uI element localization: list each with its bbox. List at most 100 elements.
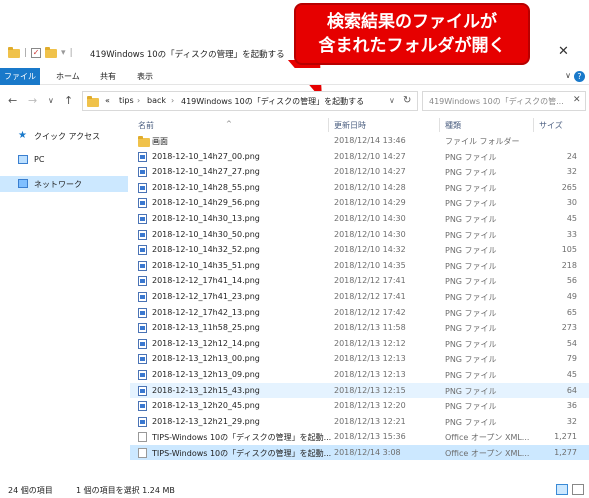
- file-row[interactable]: 2018-12-13_12h12_14.png 2018/12/13 12:12 P…: [130, 336, 589, 352]
- file-type: PNG ファイル: [445, 261, 497, 271]
- file-row[interactable]: 2018-12-12_17h41_14.png 2018/12/12 17:41 P…: [130, 273, 589, 289]
- file-size: 218: [561, 260, 577, 270]
- file-row[interactable]: 2018-12-13_12h13_00.png 2018/12/13 12:13 P…: [130, 351, 589, 367]
- file-row[interactable]: 2018-12-10_14h35_51.png 2018/12/10 14:35 P…: [130, 258, 589, 274]
- pc-icon: [18, 155, 28, 164]
- file-row[interactable]: 2018-12-10_14h28_55.png 2018/12/10 14:28 P…: [130, 180, 589, 196]
- file-name: 2018-12-10_14h35_51.png: [152, 260, 260, 270]
- file-row[interactable]: 2018-12-10_14h30_50.png 2018/12/10 14:30 P…: [130, 227, 589, 243]
- sidebar-item-network[interactable]: ネットワーク: [0, 176, 128, 192]
- sort-ascending-icon: ^: [226, 120, 232, 128]
- file-name: 2018-12-13_11h58_25.png: [152, 323, 260, 333]
- file-name: 2018-12-13_12h13_09.png: [152, 369, 260, 379]
- recent-locations-icon[interactable]: ∨: [48, 96, 54, 105]
- breadcrumb-tips[interactable]: tips: [119, 96, 134, 105]
- file-row[interactable]: 2018-12-13_12h15_43.png 2018/12/13 12:15 P…: [130, 382, 589, 399]
- file-type: PNG ファイル: [445, 246, 497, 256]
- file-type: PNG ファイル: [445, 183, 497, 193]
- file-row[interactable]: TIPS-Windows 10の「ディスクの管理」を起動... 2018/12/1…: [130, 444, 589, 461]
- search-text[interactable]: 419Windows 10の「ディスクの管...: [429, 96, 564, 107]
- close-icon[interactable]: ✕: [558, 44, 569, 59]
- details-view-icon[interactable]: [556, 484, 568, 495]
- file-date: 2018/12/13 12:13: [334, 354, 406, 364]
- file-name: 2018-12-13_12h12_14.png: [152, 338, 260, 348]
- breadcrumb-current-folder[interactable]: 419Windows 10の「ディスクの管理」を起動する: [181, 96, 364, 107]
- help-icon[interactable]: ?: [574, 71, 585, 82]
- file-name: 2018-12-10_14h28_55.png: [152, 182, 260, 192]
- folder-row[interactable]: 画面 2018/12/14 13:46 ファイル フォルダー: [130, 133, 589, 149]
- file-date: 2018/12/12 17:41: [334, 276, 406, 286]
- file-row[interactable]: 2018-12-10_14h32_52.png 2018/12/10 14:32 P…: [130, 242, 589, 258]
- png-icon: [138, 323, 147, 334]
- search-clear-icon[interactable]: ✕: [573, 95, 581, 105]
- customize-toolbar-icon[interactable]: ▾: [61, 48, 66, 58]
- breadcrumb-back[interactable]: back: [147, 96, 166, 105]
- file-type: PNG ファイル: [445, 214, 497, 224]
- file-row[interactable]: 2018-12-13_11h58_25.png 2018/12/13 11:58 P…: [130, 320, 589, 336]
- doc-icon: [138, 447, 147, 458]
- file-name: 2018-12-13_12h13_00.png: [152, 354, 260, 364]
- large-icons-view-icon[interactable]: [572, 484, 584, 495]
- up-arrow-icon[interactable]: ↑: [64, 94, 73, 107]
- refresh-icon[interactable]: ↻: [403, 95, 411, 106]
- file-size: 79: [566, 354, 577, 364]
- new-folder-icon[interactable]: [45, 46, 58, 58]
- navigation-bar: ← → ∨ ↑ « tips › back › 419Windows 10の「デ…: [0, 89, 589, 113]
- search-box[interactable]: 419Windows 10の「ディスクの管... ✕: [422, 91, 586, 111]
- file-size: 54: [566, 338, 577, 348]
- file-row[interactable]: 2018-12-13_12h21_29.png 2018/12/13 12:21 P…: [130, 414, 589, 430]
- item-count: 24 個の項目: [8, 486, 53, 495]
- file-row[interactable]: 2018-12-12_17h42_13.png 2018/12/12 17:42 P…: [130, 305, 589, 321]
- tab-share[interactable]: 共有: [100, 68, 116, 85]
- doc-icon: [138, 432, 147, 443]
- tab-home[interactable]: ホーム: [56, 68, 80, 85]
- file-size: 45: [566, 369, 577, 379]
- file-size: 265: [561, 182, 577, 192]
- tab-file[interactable]: ファイル: [0, 68, 40, 85]
- file-size: 56: [566, 276, 577, 286]
- back-arrow-icon[interactable]: ←: [8, 94, 17, 107]
- file-list: ^ 名前 更新日時 種類 サイズ 画面 2018/12/14 13:46 ファイル …: [130, 118, 589, 482]
- file-name: TIPS-Windows 10の「ディスクの管理」を起動...: [152, 433, 332, 443]
- tab-view[interactable]: 表示: [137, 68, 153, 85]
- file-type: PNG ファイル: [445, 386, 497, 396]
- properties-check-icon[interactable]: ✓: [31, 48, 42, 58]
- file-row[interactable]: 2018-12-12_17h41_23.png 2018/12/12 17:41 P…: [130, 289, 589, 305]
- file-name: TIPS-Windows 10の「ディスクの管理」を起動...: [152, 448, 332, 458]
- file-row[interactable]: 2018-12-10_14h30_13.png 2018/12/10 14:30 P…: [130, 211, 589, 227]
- file-type: ファイル フォルダー: [445, 137, 520, 146]
- file-type: PNG ファイル: [445, 417, 497, 427]
- column-name[interactable]: 名前: [138, 120, 154, 131]
- png-icon: [138, 245, 147, 256]
- file-row[interactable]: 2018-12-13_12h13_09.png 2018/12/13 12:13 P…: [130, 367, 589, 383]
- file-type: Office オープン XML...: [445, 448, 530, 458]
- file-name: 2018-12-10_14h27_27.png: [152, 167, 260, 177]
- file-size: 65: [566, 307, 577, 317]
- address-bar[interactable]: « tips › back › 419Windows 10の「ディスクの管理」を…: [82, 91, 418, 111]
- column-size[interactable]: サイズ: [539, 120, 563, 131]
- column-type[interactable]: 種類: [445, 120, 461, 131]
- sidebar-item-label: ネットワーク: [34, 180, 82, 189]
- file-type: PNG ファイル: [445, 324, 497, 334]
- file-name: 2018-12-10_14h27_00.png: [152, 151, 260, 161]
- forward-arrow-icon[interactable]: →: [28, 94, 37, 107]
- file-date: 2018/12/10 14:30: [334, 213, 406, 223]
- address-dropdown-icon[interactable]: ∨: [389, 96, 395, 105]
- file-row[interactable]: 2018-12-10_14h27_27.png 2018/12/10 14:27 P…: [130, 164, 589, 180]
- sidebar-item-quick-access[interactable]: ★ クイック アクセス: [0, 128, 128, 144]
- column-date[interactable]: 更新日時: [334, 120, 366, 131]
- file-row[interactable]: 2018-12-10_14h29_56.png 2018/12/10 14:29 P…: [130, 195, 589, 211]
- sidebar-item-pc[interactable]: PC: [0, 152, 128, 168]
- expand-ribbon-icon[interactable]: ∨: [565, 71, 571, 80]
- file-row[interactable]: 2018-12-13_12h20_45.png 2018/12/13 12:20 P…: [130, 398, 589, 414]
- file-name: 2018-12-12_17h41_23.png: [152, 291, 260, 301]
- file-name: 2018-12-10_14h29_56.png: [152, 198, 260, 208]
- png-icon: [138, 369, 147, 380]
- breadcrumb-overflow[interactable]: «: [105, 96, 110, 105]
- callout-line-1: 検索結果のファイルが: [327, 12, 497, 32]
- file-row[interactable]: 2018-12-10_14h27_00.png 2018/12/10 14:27 P…: [130, 149, 589, 165]
- file-date: 2018/12/12 17:42: [334, 307, 406, 317]
- file-type: PNG ファイル: [445, 402, 497, 412]
- address-folder-icon: [87, 96, 99, 107]
- file-row[interactable]: TIPS-Windows 10の「ディスクの管理」を起動... 2018/12/1…: [130, 429, 589, 445]
